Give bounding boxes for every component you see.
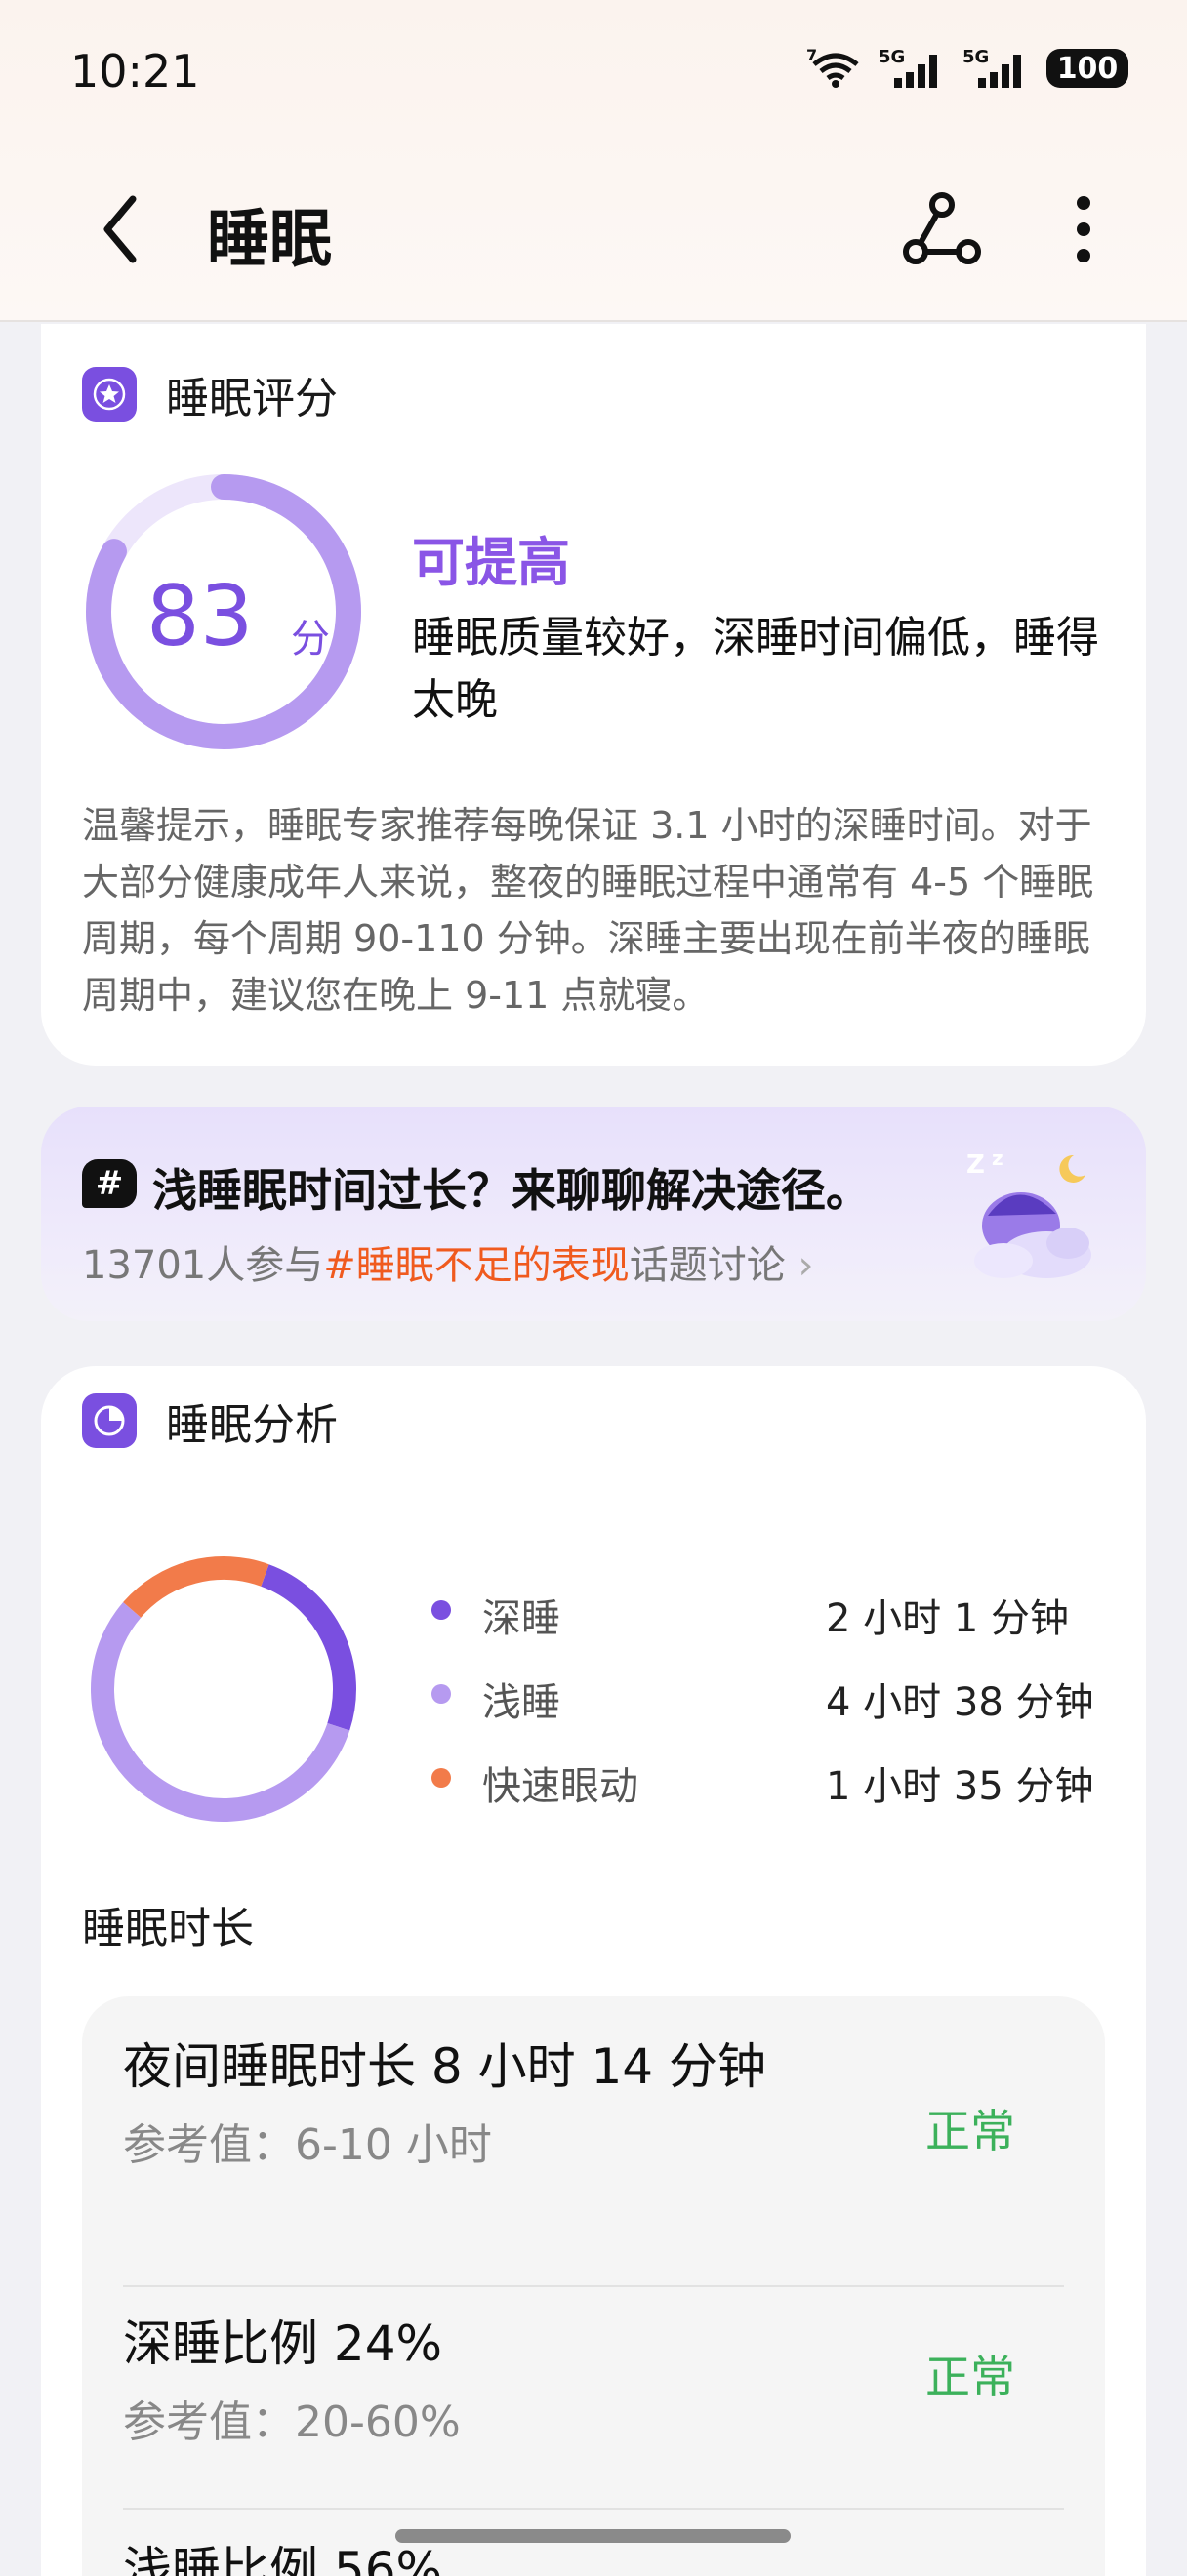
metric-status: 正常 — [925, 2105, 1015, 2157]
wifi-icon: 7 — [806, 47, 859, 88]
svg-text:5G: 5G — [879, 47, 905, 67]
metric-reference: 参考值：20-60% — [123, 2397, 461, 2447]
chevron-right-icon: › — [798, 1243, 814, 1288]
metric-name: 夜间睡眠时长 8 小时 14 分钟 — [123, 2038, 767, 2095]
metric-item[interactable]: 夜间睡眠时长 8 小时 14 分钟 参考值：6-10 小时 正常 — [123, 2032, 1064, 2172]
legend-dot — [431, 1600, 451, 1620]
donut-segment-2 — [91, 1556, 356, 1822]
legend-dot — [431, 1768, 451, 1788]
pie-chart-icon — [82, 1393, 137, 1448]
battery-icon: 100 — [1046, 49, 1128, 88]
divider — [123, 2508, 1064, 2510]
topic-subtitle: 13701人参与#睡眠不足的表现话题讨论 › — [82, 1233, 813, 1290]
score-level: 可提高 — [412, 532, 570, 593]
score-description: 睡眠质量较好，深睡时间偏低，睡得太晚 — [412, 613, 1099, 725]
legend-row: 深睡 2 小时 1 分钟 — [431, 1581, 1115, 1641]
legend-name: 浅睡 — [482, 1680, 560, 1725]
status-time: 10:21 — [70, 45, 200, 98]
metric-name: 深睡比例 24% — [123, 2315, 443, 2372]
more-options-button[interactable] — [1054, 185, 1113, 273]
signal-icon: 5G — [879, 47, 937, 88]
svg-text:5G: 5G — [962, 47, 989, 67]
duration-section-title: 睡眠时长 — [82, 1904, 254, 1953]
score-card-title: 睡眠评分 — [166, 374, 338, 423]
metric-item[interactable]: 深睡比例 24% 参考值：20-60% 正常 — [123, 2309, 1064, 2449]
analysis-card-title: 睡眠分析 — [166, 1400, 338, 1450]
divider — [123, 2285, 1064, 2287]
legend-value: 4 小时 38 分钟 — [826, 1680, 1094, 1725]
signal-icon: 5G — [962, 47, 1021, 88]
donut-segment-0 — [91, 1556, 356, 1822]
topic-title: 浅睡眠时间过长？来聊聊解决途径。 — [152, 1164, 871, 1217]
topic-banner[interactable]: # 浅睡眠时间过长？来聊聊解决途径。 13701人参与#睡眠不足的表现话题讨论 … — [41, 1107, 1146, 1321]
sleep-stage-donut — [91, 1556, 356, 1822]
share-button[interactable] — [898, 185, 986, 273]
legend-row: 快速眼动 1 小时 35 分钟 — [431, 1749, 1115, 1809]
metric-reference: 参考值：6-10 小时 — [123, 2120, 492, 2170]
legend-value: 2 小时 1 分钟 — [826, 1596, 1070, 1641]
legend-row: 浅睡 4 小时 38 分钟 — [431, 1665, 1115, 1725]
legend-value: 1 小时 35 分钟 — [826, 1764, 1094, 1809]
home-indicator[interactable] — [395, 2529, 791, 2543]
sleep-tip: 温馨提示，睡眠专家推荐每晚保证 3.1 小时的深睡时间。对于大部分健康成年人来说… — [82, 804, 1094, 1017]
topic-count: 13701人参与 — [82, 1243, 324, 1288]
analysis-card-header: 睡眠分析 — [82, 1389, 338, 1452]
svg-text:z: z — [992, 1147, 1003, 1170]
legend-name: 深睡 — [482, 1596, 560, 1641]
score-unit: 分 — [291, 617, 330, 662]
star-icon — [82, 367, 137, 422]
app-header: 10:21 7 5G 5G 100 睡眠 — [0, 0, 1187, 322]
status-icons: 7 5G 5G 100 — [806, 47, 1128, 90]
sleep-analysis-card: 睡眠分析 深睡 2 小时 1 分钟浅睡 4 小时 38 分钟快速眼动 1 小时 35 … — [41, 1366, 1146, 2576]
duration-metrics: 夜间睡眠时长 8 小时 14 分钟 参考值：6-10 小时 正常 深睡比例 24… — [82, 1996, 1105, 2576]
legend-name: 快速眼动 — [482, 1764, 638, 1809]
legend-dot — [431, 1684, 451, 1704]
topic-suffix: 话题讨论 — [629, 1243, 786, 1288]
sleeping-moon-illustration: Z z — [966, 1147, 1091, 1278]
metric-status: 正常 — [925, 2351, 1015, 2403]
svg-text:Z: Z — [966, 1150, 985, 1180]
donut-segment-1 — [91, 1556, 356, 1822]
score-card-header: 睡眠评分 — [82, 363, 338, 425]
sleep-score-card[interactable]: 睡眠评分 83 分 可提高 睡眠质量较好，深睡时间偏低，睡得太晚 温馨提示，睡眠… — [41, 324, 1146, 1066]
topic-tag-link[interactable]: #睡眠不足的表现 — [323, 1243, 630, 1288]
back-button[interactable] — [94, 185, 152, 273]
hashtag-icon: # — [82, 1159, 137, 1208]
page-title: 睡眠 — [207, 204, 332, 276]
score-value: 83 — [146, 568, 254, 665]
